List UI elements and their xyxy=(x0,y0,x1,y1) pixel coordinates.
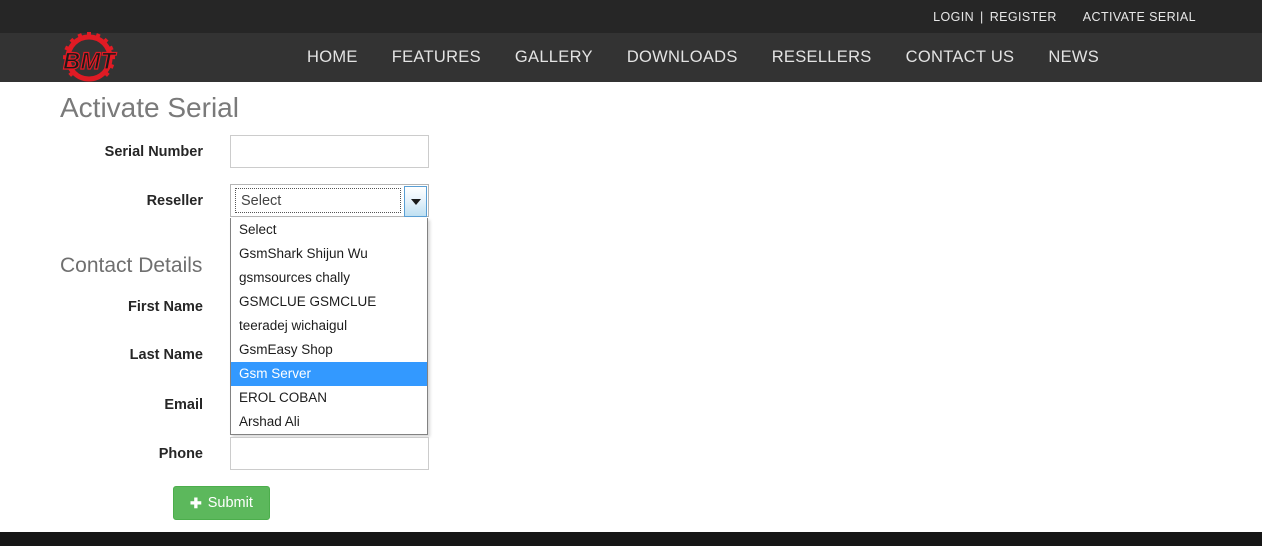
reseller-option[interactable]: EROL COBAN xyxy=(231,386,427,410)
nav-item-resellers[interactable]: RESELLERS xyxy=(755,48,889,67)
page-title: Activate Serial xyxy=(60,92,239,123)
label-phone: Phone xyxy=(158,446,203,462)
label-email: Email xyxy=(164,397,203,413)
nav-item-features[interactable]: FEATURES xyxy=(375,48,498,67)
reseller-option-selected[interactable]: Gsm Server xyxy=(231,362,427,386)
serial-number-input[interactable] xyxy=(230,135,429,168)
reseller-option[interactable]: gsmsources chally xyxy=(231,266,427,290)
reseller-option[interactable]: GsmEasy Shop xyxy=(231,338,427,362)
reseller-option[interactable]: Arshad Ali xyxy=(231,410,427,434)
main-content: Activate Serial Serial Number Reseller S… xyxy=(0,82,1262,532)
nav-item-downloads[interactable]: DOWNLOADS xyxy=(610,48,755,67)
main-navbar: BMT HOME FEATURES GALLERY DOWNLOADS RESE… xyxy=(0,32,1262,82)
plus-icon: ✚ xyxy=(190,495,202,511)
chevron-down-icon xyxy=(410,198,421,205)
nav-links: HOME FEATURES GALLERY DOWNLOADS RESELLER… xyxy=(290,33,1116,82)
label-first-name: First Name xyxy=(128,299,203,315)
reseller-option-list[interactable]: Select GsmShark Shijun Wu gsmsources cha… xyxy=(230,218,428,435)
reseller-select-toggle[interactable] xyxy=(404,186,427,217)
register-link[interactable]: REGISTER xyxy=(990,10,1057,24)
activate-serial-link[interactable]: ACTIVATE SERIAL xyxy=(1083,10,1196,24)
link-separator: | xyxy=(980,9,984,24)
submit-button-label: Submit xyxy=(207,495,253,511)
gear-logo-icon: BMT xyxy=(62,32,118,82)
reseller-select[interactable]: Select xyxy=(230,184,429,217)
reseller-option[interactable]: GsmShark Shijun Wu xyxy=(231,242,427,266)
login-link[interactable]: LOGIN xyxy=(933,10,974,24)
label-reseller: Reseller xyxy=(146,193,203,209)
phone-input[interactable] xyxy=(230,437,429,470)
page-root: LOGIN | REGISTER ACTIVATE SERIAL BMT HOM… xyxy=(0,0,1262,546)
label-serial-number: Serial Number xyxy=(104,144,203,160)
nav-item-home[interactable]: HOME xyxy=(290,48,375,67)
nav-item-news[interactable]: NEWS xyxy=(1031,48,1116,67)
nav-item-contact-us[interactable]: CONTACT US xyxy=(889,48,1032,67)
brand-logo-link[interactable]: BMT xyxy=(57,29,121,85)
logo-text: BMT xyxy=(63,48,117,75)
reseller-select-wrap: Select Select GsmShark Shijun Wu gsmsour… xyxy=(230,184,429,435)
reseller-option[interactable]: teeradej wichaigul xyxy=(231,314,427,338)
reseller-select-value[interactable]: Select xyxy=(235,188,401,213)
submit-button[interactable]: ✚ Submit xyxy=(173,486,270,520)
section-title-contact-details: Contact Details xyxy=(60,254,203,277)
page-footer xyxy=(0,532,1262,546)
nav-item-gallery[interactable]: GALLERY xyxy=(498,48,610,67)
top-utility-bar: LOGIN | REGISTER ACTIVATE SERIAL xyxy=(0,0,1262,33)
reseller-option[interactable]: Select xyxy=(231,218,427,242)
label-last-name: Last Name xyxy=(129,347,203,363)
top-utility-links: LOGIN | REGISTER ACTIVATE SERIAL xyxy=(933,10,1262,24)
reseller-option[interactable]: GSMCLUE GSMCLUE xyxy=(231,290,427,314)
